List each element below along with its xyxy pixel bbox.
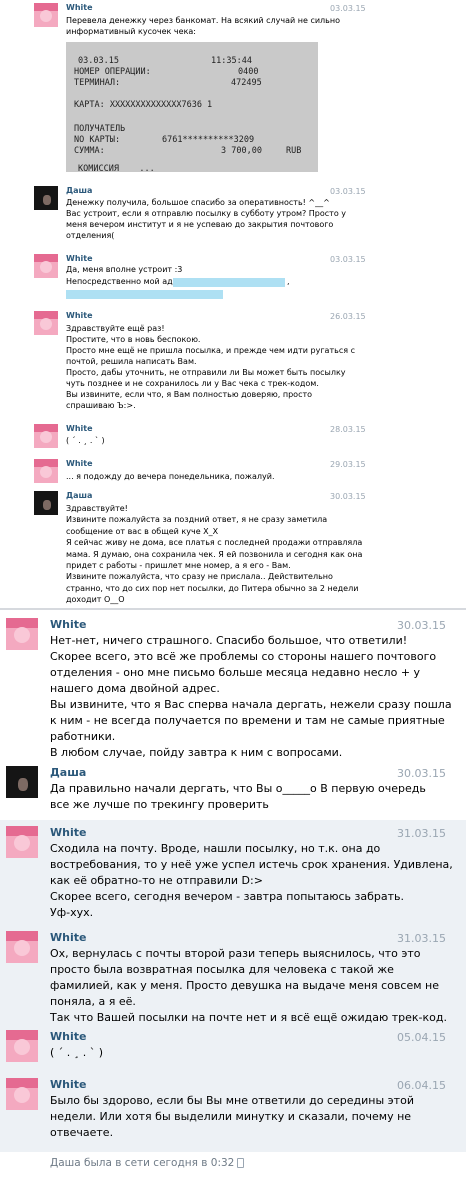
message: White 05.04.15 ( ´ . ¸ . ` ) (0, 1024, 466, 1072)
message-text: Да правильно начали дергать, что Вы о___… (50, 782, 426, 811)
message-text: Ох, вернулась с почты второй рази теперь… (50, 947, 447, 1024)
sender-name[interactable]: White (50, 618, 86, 631)
message-date[interactable]: 06.04.15 (397, 1079, 446, 1092)
message: Даша 30.03.15 Да правильно начали дергат… (0, 762, 466, 820)
sender-name[interactable]: White (66, 254, 93, 263)
message: Даша 30.03.15 Здравствуйте! Извините пож… (0, 488, 466, 608)
sender-name[interactable]: White (66, 3, 93, 12)
dialog-history-top: White 03.03.15 Перевела денежку через ба… (0, 0, 466, 610)
online-status-text: Даша была в сети сегодня в 0:32 (50, 1157, 235, 1169)
address-redacted (66, 290, 223, 299)
message: White 30.03.15 Нет-нет, ничего страшного… (0, 612, 466, 762)
sender-name[interactable]: White (50, 826, 86, 839)
message-date[interactable]: 28.03.15 (330, 425, 366, 434)
mobile-phone-icon (237, 1158, 245, 1168)
avatar-white[interactable] (34, 459, 58, 483)
avatar-white[interactable] (34, 424, 58, 448)
address-label: Непосредственно мой адрес: (66, 277, 190, 286)
avatar-white[interactable] (34, 254, 58, 278)
message: White 26.03.15 Здравствуйте ещё раз! Про… (0, 306, 466, 420)
screenshot-divider (0, 608, 466, 610)
sender-name[interactable]: White (50, 931, 86, 944)
avatar-dasha[interactable] (6, 766, 38, 798)
receipt-photo[interactable]: 03.03.15 11:35:44 НОМЕР ОПЕРАЦИИ: 0400 Т… (66, 42, 318, 172)
message: White 03.03.15 Да, меня вполне устроит :… (0, 250, 466, 306)
sender-name[interactable]: White (50, 1030, 86, 1043)
message-text: ( ´ . ¸ . ` ) (66, 436, 105, 445)
message-date[interactable]: 03.03.15 (330, 255, 366, 264)
message-text: Было бы здорово, если бы Вы мне ответили… (50, 1094, 414, 1139)
message: White 06.04.15 Было бы здорово, если бы … (0, 1072, 466, 1152)
dialog-history-bottom: White 30.03.15 Нет-нет, ничего страшного… (0, 612, 466, 1196)
avatar-white[interactable] (6, 1030, 38, 1062)
message-date[interactable]: 30.03.15 (397, 767, 446, 780)
sender-name[interactable]: Даша (50, 766, 86, 779)
avatar-dasha[interactable] (34, 186, 58, 210)
message: White 29.03.15 ... я подожду до вечера п… (0, 456, 466, 488)
message-date[interactable]: 26.03.15 (330, 312, 366, 321)
address-redacted (173, 278, 285, 287)
message-text: Да, меня вполне устроит :3 (66, 265, 183, 274)
message-date[interactable]: 30.03.15 (330, 492, 366, 501)
message: White 03.03.15 Перевела денежку через ба… (0, 0, 466, 182)
message-text: ... я подожду до вечера понедельника, по… (66, 472, 275, 481)
message-text: Здравствуйте! Извините пожалуйста за поз… (66, 504, 363, 605)
avatar-white[interactable] (6, 618, 38, 650)
message-text: ( ´ . ¸ . ` ) (50, 1046, 104, 1059)
message-text: Денежку получила, большое спасибо за опе… (66, 198, 347, 240)
message-text: Перевела денежку через банкомат. На всяк… (66, 16, 340, 36)
sender-name[interactable]: Даша (66, 186, 92, 195)
message-date[interactable]: 03.03.15 (330, 187, 366, 196)
avatar-dasha[interactable] (34, 491, 58, 515)
message: White 31.03.15 Ох, вернулась с почты вто… (0, 926, 466, 1024)
message-text: Сходила на почту. Вроде, нашли посылку, … (50, 842, 453, 919)
avatar-white[interactable] (6, 931, 38, 963)
online-status: Даша была в сети сегодня в 0:32 (50, 1157, 245, 1169)
message: White 31.03.15 Сходила на почту. Вроде, … (0, 820, 466, 926)
message-text: Нет-нет, ничего страшного. Спасибо больш… (50, 634, 452, 759)
message-date[interactable]: 30.03.15 (397, 619, 446, 632)
message-date[interactable]: 29.03.15 (330, 460, 366, 469)
avatar-white[interactable] (34, 311, 58, 335)
sender-name[interactable]: White (66, 459, 93, 468)
message: White 28.03.15 ( ´ . ¸ . ` ) (0, 420, 466, 456)
avatar-white[interactable] (6, 826, 38, 858)
sender-name[interactable]: Даша (66, 491, 92, 500)
sender-name[interactable]: White (50, 1078, 86, 1091)
message-text: Здравствуйте ещё раз! Простите, что в но… (66, 324, 355, 410)
message-date[interactable]: 05.04.15 (397, 1031, 446, 1044)
message-date[interactable]: 31.03.15 (397, 827, 446, 840)
message-date[interactable]: 31.03.15 (397, 932, 446, 945)
sender-name[interactable]: White (66, 424, 93, 433)
sender-name[interactable]: White (66, 311, 93, 320)
message-date[interactable]: 03.03.15 (330, 4, 366, 13)
message: Даша 03.03.15 Денежку получила, большое … (0, 182, 466, 250)
avatar-white[interactable] (34, 3, 58, 27)
avatar-white[interactable] (6, 1078, 38, 1110)
